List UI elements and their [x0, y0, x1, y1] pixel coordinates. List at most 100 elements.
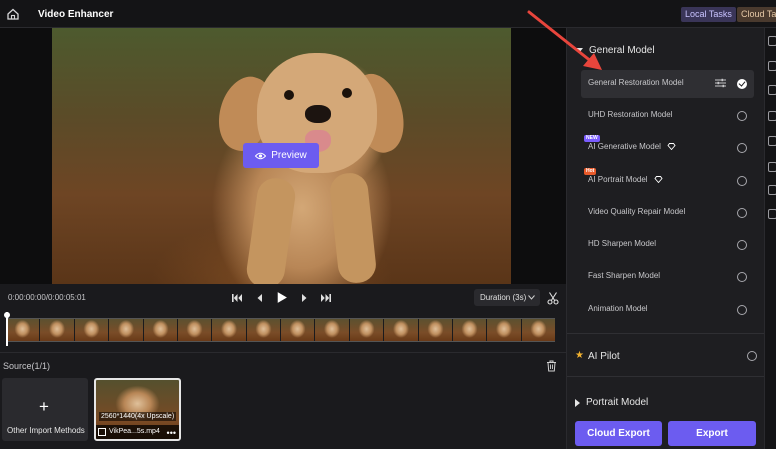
- model-option-general-restoration[interactable]: General Restoration Model: [581, 70, 754, 98]
- ai-pilot-option[interactable]: ★ AI Pilot: [575, 350, 757, 364]
- next-frame-icon[interactable]: [298, 292, 310, 304]
- filmstrip-frame: [418, 319, 452, 341]
- video-letterbox-left: [0, 28, 52, 284]
- radio-button[interactable]: [737, 176, 747, 186]
- radio-button[interactable]: [737, 143, 747, 153]
- radio-button[interactable]: [747, 351, 757, 361]
- tool-icon[interactable]: [768, 136, 776, 146]
- skip-to-end-icon[interactable]: [320, 292, 332, 304]
- model-label: General Restoration Model: [588, 78, 684, 87]
- general-model-heading: General Model: [589, 45, 655, 56]
- local-tasks-button[interactable]: Local Tasks: [681, 7, 736, 22]
- puppy-leg: [328, 171, 378, 284]
- tool-icon[interactable]: [768, 111, 776, 121]
- model-option-fast-sharpen[interactable]: Fast Sharpen Model: [581, 263, 754, 291]
- filmstrip-frame: [109, 319, 143, 341]
- filmstrip-frame: [521, 319, 555, 341]
- source-clip-thumbnail[interactable]: 2560*1440(4x Upscale) VikPea...5s.mp4 ••…: [94, 378, 181, 441]
- radio-button[interactable]: [737, 208, 747, 218]
- side-toolbar: [764, 28, 776, 449]
- duration-select[interactable]: Duration (3s): [474, 289, 540, 306]
- filmstrip-frame: [349, 319, 384, 341]
- model-option-animation[interactable]: Animation Model: [581, 296, 754, 324]
- preview-button[interactable]: Preview: [243, 143, 319, 168]
- model-label-wrap: AI Portrait Model: [588, 175, 663, 184]
- model-label: AI Generative Model: [588, 142, 661, 151]
- previous-frame-icon[interactable]: [254, 292, 266, 304]
- tool-icon[interactable]: [768, 209, 776, 219]
- model-option-hd-sharpen[interactable]: HD Sharpen Model: [581, 231, 754, 259]
- play-icon[interactable]: [275, 291, 288, 304]
- playback-controls: 0:00:00:00/0:00:05:01 Duration (3s): [0, 284, 566, 312]
- radio-button[interactable]: [737, 305, 747, 315]
- cloud-export-button[interactable]: Cloud Export: [575, 421, 662, 446]
- filmstrip[interactable]: [6, 318, 555, 342]
- source-label: Source(1/1): [3, 361, 51, 371]
- source-panel: Source(1/1) + Other Import Methods 2560*…: [0, 352, 566, 449]
- panel-icon[interactable]: [768, 36, 776, 46]
- filmstrip-frame: [315, 319, 349, 341]
- model-option-uhd-restoration[interactable]: UHD Restoration Model: [581, 102, 754, 130]
- tool-icon[interactable]: [768, 85, 776, 95]
- puppy-leg: [244, 175, 298, 284]
- timeline[interactable]: [0, 312, 566, 352]
- model-option-ai-portrait[interactable]: Hot AI Portrait Model: [581, 167, 754, 195]
- filmstrip-frame: [40, 319, 74, 341]
- preview-label: Preview: [271, 150, 307, 161]
- general-model-header[interactable]: General Model: [575, 45, 655, 56]
- filmstrip-frame: [384, 319, 418, 341]
- model-panel: General Model General Restoration Model …: [566, 28, 765, 449]
- trash-icon[interactable]: [546, 360, 557, 372]
- model-option-video-quality-repair[interactable]: Video Quality Repair Model: [581, 199, 754, 227]
- settings-sliders-icon[interactable]: [715, 78, 726, 88]
- home-icon[interactable]: [6, 7, 20, 21]
- model-label: HD Sharpen Model: [588, 239, 657, 248]
- tool-icon[interactable]: [768, 162, 776, 172]
- radio-selected-icon[interactable]: [737, 79, 747, 89]
- skip-to-start-icon[interactable]: [231, 292, 243, 304]
- new-badge: NEW: [584, 135, 600, 142]
- cloud-tasks-button[interactable]: Cloud Tas: [737, 7, 776, 22]
- radio-button[interactable]: [737, 240, 747, 250]
- clip-resolution: 2560*1440(4x Upscale): [99, 412, 177, 421]
- model-label: AI Portrait Model: [588, 175, 648, 184]
- model-option-ai-generative[interactable]: NEW AI Generative Model: [581, 134, 754, 162]
- puppy-eye: [342, 88, 352, 98]
- ai-pilot-label: AI Pilot: [588, 351, 620, 362]
- filmstrip-frame: [143, 319, 177, 341]
- filmstrip-frame: [212, 319, 246, 341]
- filmstrip-frame: [452, 319, 487, 341]
- clip-filename: VikPea...5s.mp4: [109, 428, 160, 435]
- video-letterbox-right: [511, 28, 566, 284]
- divider: [567, 333, 765, 334]
- title-bar: Video Enhancer Local Tasks Cloud Tas: [0, 0, 776, 28]
- radio-button[interactable]: [737, 272, 747, 282]
- model-label: UHD Restoration Model: [588, 110, 673, 119]
- caret-right-icon: [575, 398, 580, 407]
- divider: [567, 376, 765, 377]
- more-options-icon[interactable]: •••: [167, 428, 176, 438]
- filmstrip-frame: [246, 319, 280, 341]
- puppy-eye: [284, 90, 294, 100]
- tool-icon[interactable]: [768, 185, 776, 195]
- export-button[interactable]: Export: [668, 421, 756, 446]
- tool-icon[interactable]: [768, 61, 776, 71]
- filmstrip-frame: [74, 319, 109, 341]
- video-file-icon: [98, 428, 106, 436]
- plus-icon: +: [39, 397, 49, 416]
- caret-down-icon: [575, 48, 583, 53]
- playhead-handle[interactable]: [4, 312, 10, 318]
- filmstrip-frame: [6, 319, 40, 341]
- import-tile[interactable]: + Other Import Methods: [2, 378, 88, 441]
- duration-label: Duration (3s): [480, 293, 527, 302]
- filmstrip-frame: [177, 319, 212, 341]
- portrait-model-header[interactable]: Portrait Model: [575, 397, 648, 408]
- chevron-down-icon: [528, 295, 535, 300]
- app-title: Video Enhancer: [38, 9, 114, 20]
- portrait-model-heading: Portrait Model: [586, 397, 649, 408]
- import-methods-label: Other Import Methods: [7, 426, 85, 435]
- model-label: Video Quality Repair Model: [588, 207, 686, 216]
- scissors-icon[interactable]: [547, 291, 559, 305]
- filmstrip-frame: [281, 319, 315, 341]
- radio-button[interactable]: [737, 111, 747, 121]
